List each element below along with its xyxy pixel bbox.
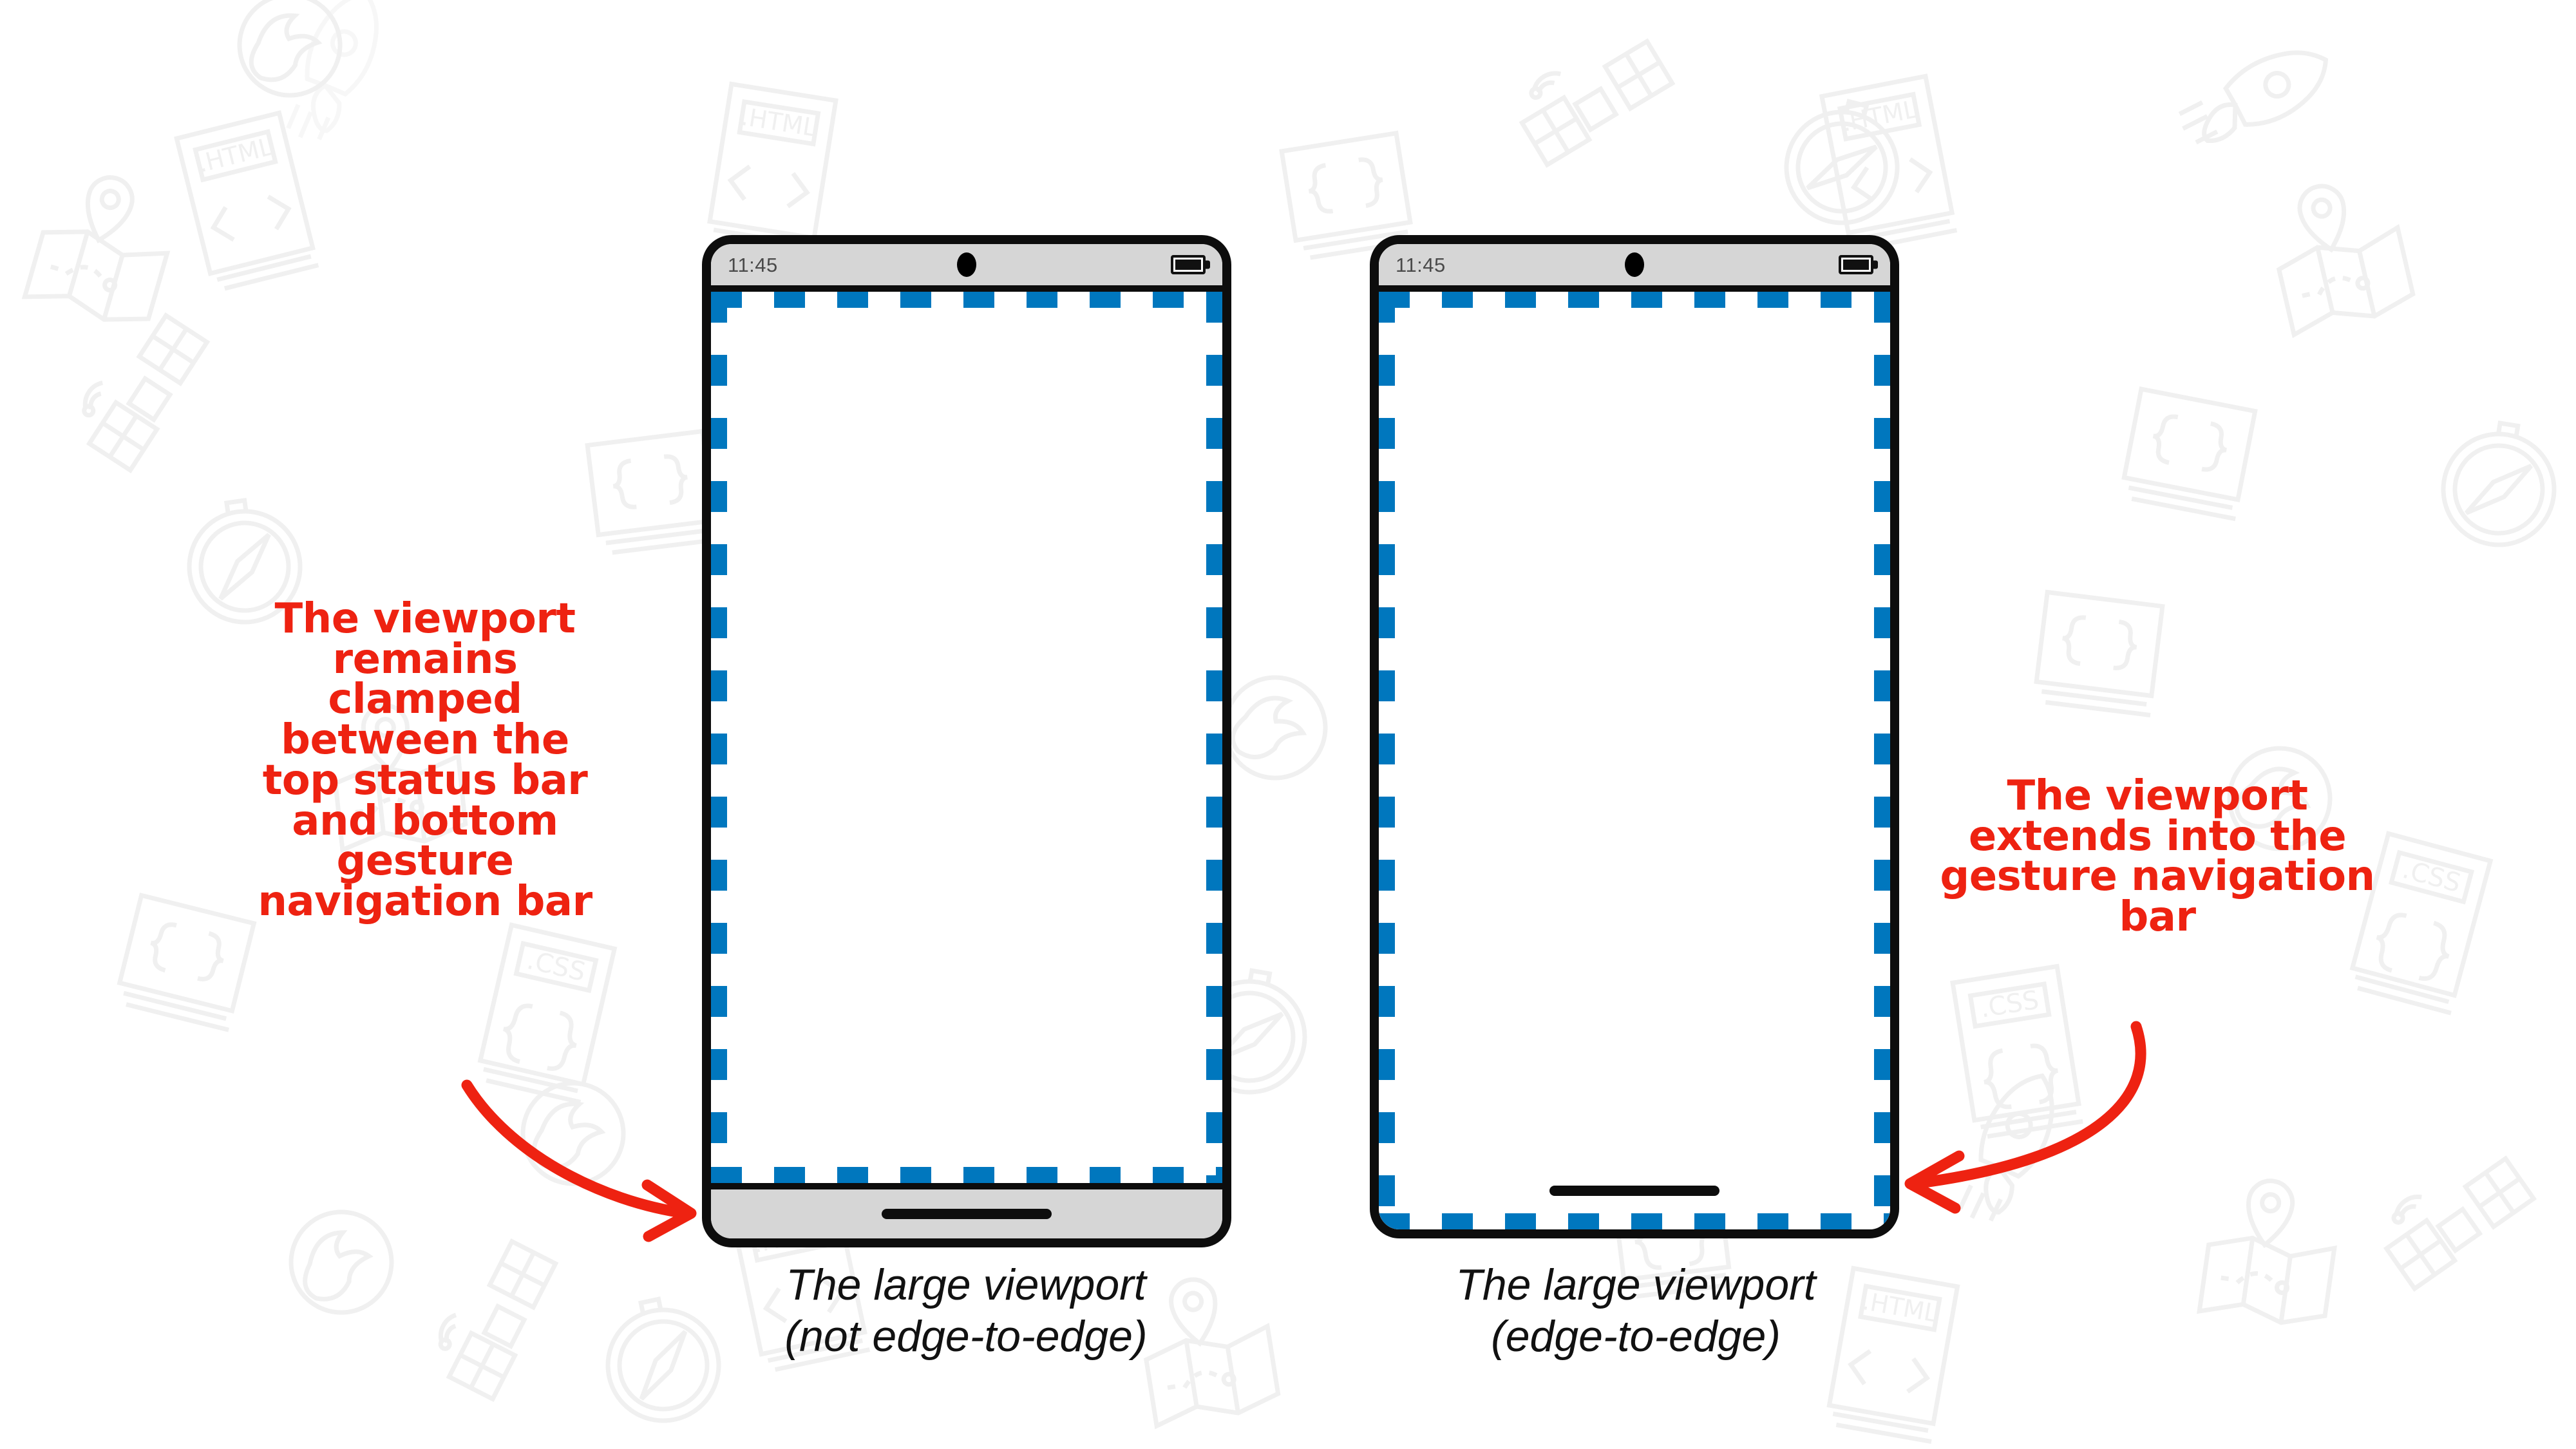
status-bar-divider — [1379, 285, 1890, 292]
gesture-handle-pill-icon[interactable] — [1549, 1186, 1719, 1196]
battery-fill — [1175, 260, 1201, 270]
status-bar: 11:45 — [1379, 244, 1890, 285]
battery-full-icon — [1171, 255, 1206, 274]
phone-screen: 11:45 — [711, 244, 1222, 1238]
caption-not-edge-to-edge: The large viewport (not edge-to-edge) — [784, 1260, 1148, 1361]
battery-fill — [1843, 260, 1869, 270]
gesture-handle-pill-icon[interactable] — [882, 1209, 1052, 1219]
curved-arrow-right-icon — [461, 1079, 697, 1242]
viewport-dashed-outline — [1379, 292, 1890, 1229]
annotation-note-left: The viewport remains clamped between the… — [258, 595, 592, 926]
gesture-bar-divider — [711, 1183, 1222, 1189]
status-bar-time: 11:45 — [728, 253, 778, 276]
battery-full-icon — [1839, 255, 1873, 274]
large-viewport-region — [1379, 292, 1890, 1229]
caption-edge-to-edge: The large viewport (edge-to-edge) — [1455, 1260, 1816, 1361]
viewport-dashed-outline — [711, 292, 1222, 1183]
curved-arrow-left-icon — [1904, 1021, 2146, 1214]
phone-screen: 11:45 — [1379, 244, 1890, 1229]
status-bar-divider — [711, 285, 1222, 292]
camera-punch-hole-icon — [957, 252, 976, 277]
camera-punch-hole-icon — [1625, 252, 1644, 277]
annotation-note-right: The viewport extends into the gesture na… — [1940, 772, 2375, 942]
large-viewport-region — [711, 292, 1222, 1183]
diagram-canvas: .HTML .CSS — [0, 0, 2576, 1449]
phone-mockup-not-edge-to-edge: 11:45 — [702, 235, 1231, 1247]
status-bar: 11:45 — [711, 244, 1222, 285]
status-bar-time: 11:45 — [1396, 253, 1446, 276]
phone-mockup-edge-to-edge: 11:45 — [1370, 235, 1899, 1238]
gesture-navigation-bar[interactable] — [711, 1189, 1222, 1238]
